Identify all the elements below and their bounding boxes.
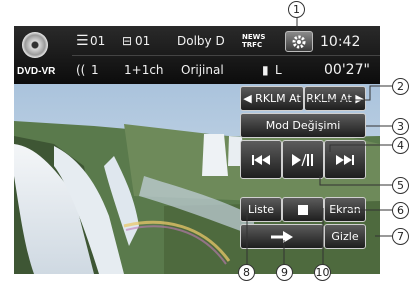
callout-leader-lines	[246, 18, 392, 264]
callout-10: 10	[314, 264, 331, 281]
callout-7: 7	[392, 228, 409, 245]
callout-6: 6	[392, 202, 409, 219]
callout-9: 9	[276, 264, 293, 281]
callout-1: 1	[288, 1, 305, 18]
callout-5: 5	[392, 177, 409, 194]
callout-3: 3	[392, 118, 409, 135]
callout-4: 4	[392, 137, 409, 154]
callout-8: 8	[238, 264, 255, 281]
callout-2: 2	[392, 78, 409, 95]
